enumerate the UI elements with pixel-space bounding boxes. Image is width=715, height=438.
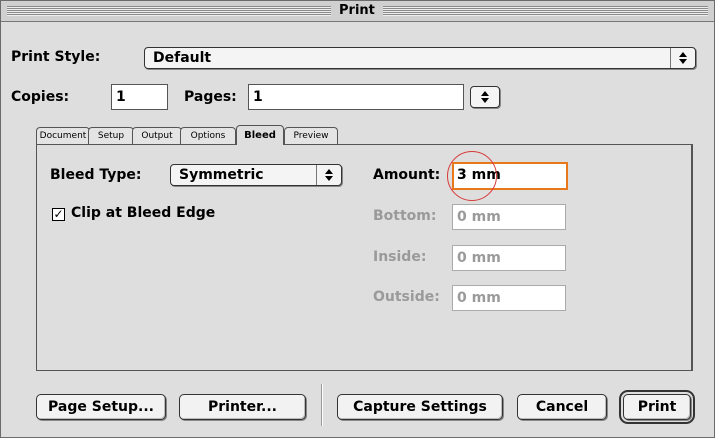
capture-settings-button[interactable]: Capture Settings bbox=[337, 394, 503, 420]
inside-label: Inside: bbox=[373, 249, 427, 265]
tab-document[interactable]: Document bbox=[36, 127, 90, 144]
clip-bleed-label: Clip at Bleed Edge bbox=[71, 205, 216, 221]
printer-button[interactable]: Printer... bbox=[179, 394, 306, 420]
pages-label: Pages: bbox=[184, 89, 237, 105]
tab-options[interactable]: Options bbox=[180, 127, 236, 144]
bottom-label: Bottom: bbox=[373, 208, 437, 224]
button-separator bbox=[321, 384, 323, 426]
bleed-type-popup[interactable]: Symmetric bbox=[170, 164, 342, 186]
updown-arrows-icon bbox=[670, 48, 695, 68]
amount-field[interactable]: 3 mm bbox=[452, 162, 568, 190]
pages-range-popup[interactable] bbox=[470, 86, 500, 108]
print-dialog: Print Print Style: Default Copies: 1 Pag… bbox=[0, 0, 715, 438]
tab-output[interactable]: Output bbox=[132, 127, 182, 144]
print-style-value: Default bbox=[153, 50, 212, 66]
tab-bleed[interactable]: Bleed bbox=[236, 125, 284, 145]
print-style-label: Print Style: bbox=[11, 49, 101, 65]
clip-bleed-checkbox[interactable]: ✓ bbox=[52, 208, 65, 221]
bleed-type-label: Bleed Type: bbox=[50, 167, 142, 183]
bleed-type-value: Symmetric bbox=[179, 167, 264, 183]
bottom-field[interactable]: 0 mm bbox=[452, 204, 566, 230]
pages-field[interactable]: 1 bbox=[248, 84, 464, 110]
updown-arrows-icon bbox=[316, 165, 341, 185]
print-button[interactable]: Print bbox=[619, 390, 695, 424]
updown-arrows-icon bbox=[471, 87, 499, 107]
tab-preview[interactable]: Preview bbox=[284, 127, 338, 144]
cancel-button[interactable]: Cancel bbox=[517, 394, 607, 420]
inside-field[interactable]: 0 mm bbox=[452, 245, 566, 271]
outside-label: Outside: bbox=[373, 289, 440, 305]
page-setup-button[interactable]: Page Setup... bbox=[36, 394, 166, 420]
print-style-popup[interactable]: Default bbox=[144, 47, 696, 69]
title-bar[interactable]: Print bbox=[1, 1, 714, 22]
window-title: Print bbox=[331, 2, 383, 20]
outside-field[interactable]: 0 mm bbox=[452, 285, 566, 311]
copies-label: Copies: bbox=[11, 89, 70, 105]
tab-setup[interactable]: Setup bbox=[88, 127, 134, 144]
amount-label: Amount: bbox=[373, 167, 441, 183]
copies-field[interactable]: 1 bbox=[111, 84, 168, 110]
